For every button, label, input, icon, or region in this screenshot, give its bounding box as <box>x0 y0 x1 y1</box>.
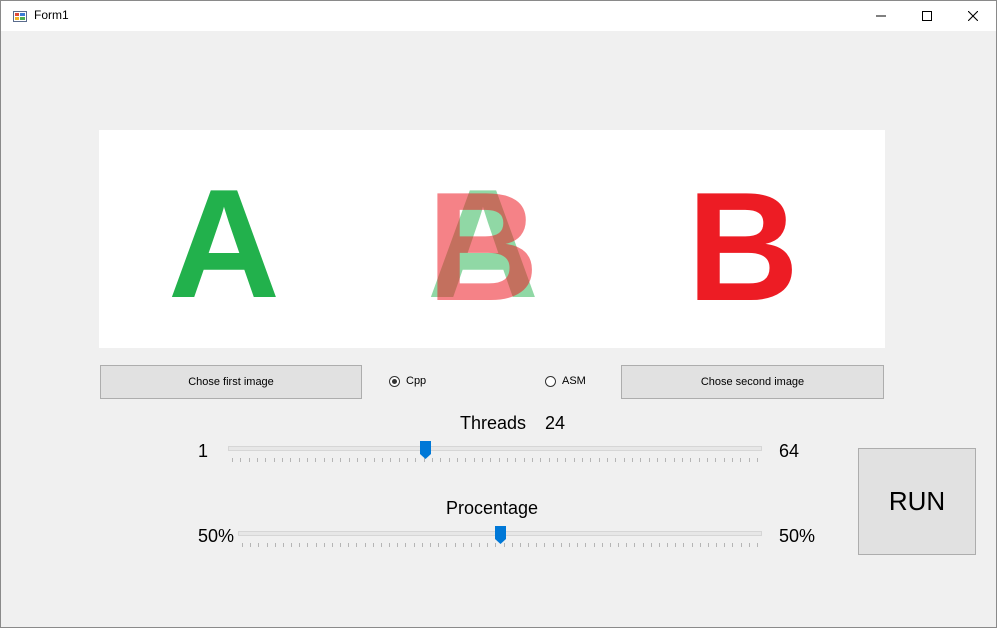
minimize-button[interactable] <box>858 1 904 31</box>
form-window: Form1 A A B B Chose first image Cpp ASM … <box>0 0 997 628</box>
window-title: Form1 <box>34 8 69 22</box>
percentage-slider[interactable] <box>238 526 762 552</box>
radio-cpp[interactable]: Cpp <box>389 375 426 387</box>
percentage-min-label: 50% <box>198 526 235 546</box>
second-image-letter: B <box>687 160 799 333</box>
close-button[interactable] <box>950 1 996 31</box>
close-icon <box>968 11 978 21</box>
percentage-slider-thumb[interactable] <box>494 526 506 544</box>
threads-slider-thumb[interactable] <box>420 441 432 459</box>
threads-value: 24 <box>545 413 566 433</box>
threads-label: Threads <box>460 413 527 433</box>
threads-slider-track[interactable] <box>228 446 762 451</box>
app-icon <box>13 9 27 23</box>
threads-slider[interactable] <box>228 441 762 467</box>
preview-canvas: A A B B <box>168 157 799 333</box>
title-bar: Form1 <box>1 1 996 31</box>
radio-cpp-label: Cpp <box>406 375 427 387</box>
chose-first-image-button[interactable]: Chose first image <box>100 365 362 399</box>
radio-selected-dot <box>392 378 397 384</box>
maximize-icon <box>922 11 932 21</box>
radio-asm-label: ASM <box>562 375 586 387</box>
radio-asm[interactable]: ASM <box>545 375 586 387</box>
maximize-button[interactable] <box>904 1 950 31</box>
threads-max-label: 64 <box>779 441 800 461</box>
percentage-max-label: 50% <box>779 526 816 546</box>
blend-letter-b: B <box>427 160 539 333</box>
radio-cpp-indicator[interactable] <box>389 375 400 387</box>
minimize-icon <box>876 15 886 17</box>
run-button[interactable]: RUN <box>858 448 976 555</box>
threads-min-label: 1 <box>198 441 209 461</box>
chose-second-image-button[interactable]: Chose second image <box>621 365 884 399</box>
threads-slider-ticks <box>232 458 758 462</box>
percentage-label: Procentage <box>446 498 539 518</box>
radio-asm-indicator[interactable] <box>545 375 556 387</box>
first-image-letter: A <box>168 157 280 330</box>
image-preview-panel: A A B B <box>99 130 885 348</box>
